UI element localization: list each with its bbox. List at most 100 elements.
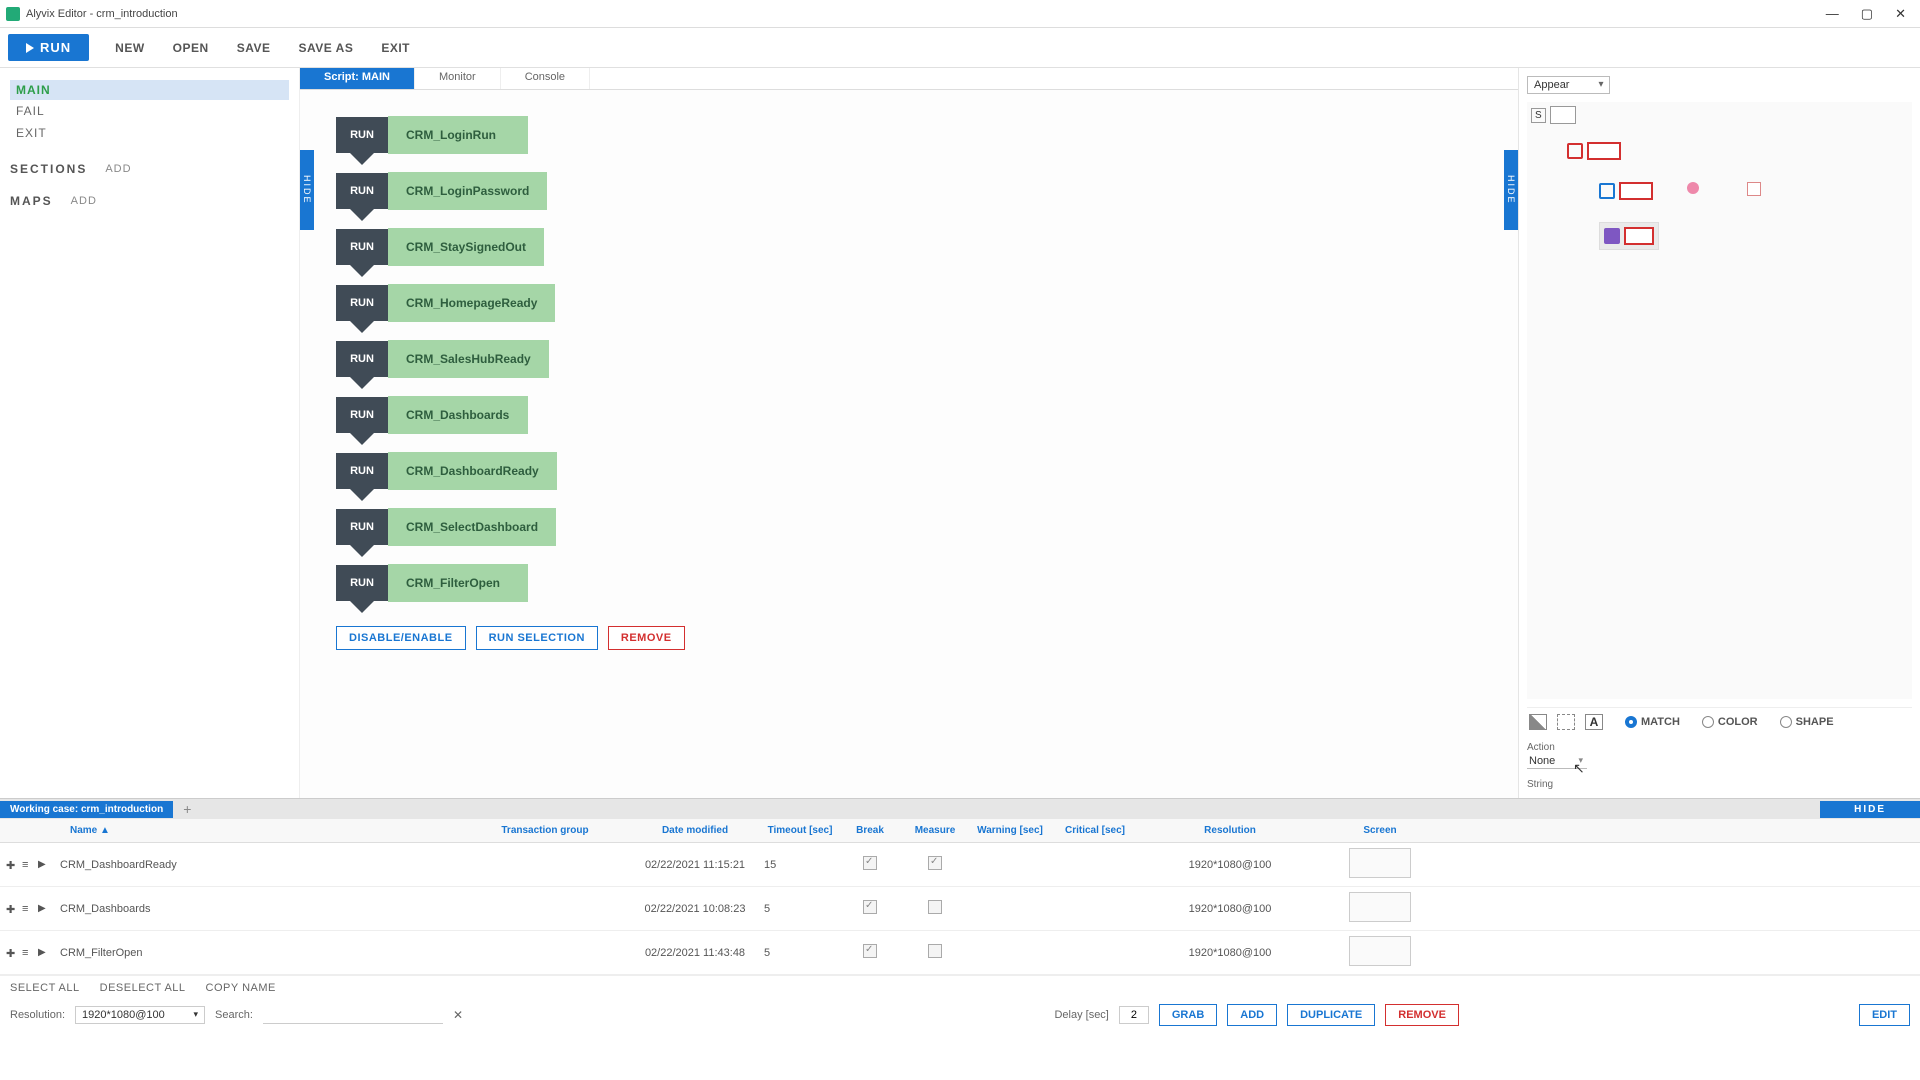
col-timeout[interactable]: Timeout [sec]	[760, 819, 840, 842]
hide-right-handle[interactable]: HIDE	[1504, 150, 1518, 230]
step-block[interactable]: RUNCRM_Dashboards	[336, 396, 1482, 434]
resolution-select[interactable]: 1920*1080@100	[75, 1006, 205, 1024]
col-critical[interactable]: Critical [sec]	[1050, 819, 1140, 842]
clear-search-icon[interactable]: ✕	[453, 1008, 463, 1022]
table-row[interactable]: ✚≡▶CRM_DashboardReady02/22/2021 11:15:21…	[0, 843, 1920, 887]
node-2-box[interactable]	[1619, 182, 1653, 200]
col-resolution[interactable]: Resolution	[1140, 819, 1320, 842]
run-selection-button[interactable]: RUN SELECTION	[476, 626, 598, 650]
step-block[interactable]: RUNCRM_FilterOpen	[336, 564, 1482, 602]
string-label: String	[1527, 779, 1912, 790]
open-button[interactable]: OPEN	[173, 41, 209, 55]
image-type-icon[interactable]	[1529, 714, 1547, 730]
minimize-icon[interactable]: —	[1826, 6, 1839, 21]
component-tree[interactable]: S	[1527, 102, 1912, 699]
step-block[interactable]: RUNCRM_LoginRun	[336, 116, 1482, 154]
table-row[interactable]: ✚≡▶CRM_FilterOpen02/22/2021 11:43:485192…	[0, 931, 1920, 975]
duplicate-button[interactable]: DUPLICATE	[1287, 1004, 1375, 1026]
maps-add[interactable]: ADD	[71, 195, 97, 207]
col-warning[interactable]: Warning [sec]	[970, 819, 1050, 842]
col-screen[interactable]: Screen	[1320, 819, 1440, 842]
tab-console[interactable]: Console	[501, 68, 590, 89]
hide-bottom-button[interactable]: HIDE	[1820, 801, 1920, 818]
node-4-icon[interactable]	[1604, 228, 1620, 244]
expand-icon[interactable]: ✚	[6, 859, 18, 871]
step-block[interactable]: RUNCRM_HomepageReady	[336, 284, 1482, 322]
col-transaction-group[interactable]: Transaction group	[460, 819, 630, 842]
close-icon[interactable]: ✕	[1895, 6, 1906, 22]
step-run-label: RUN	[336, 453, 388, 489]
remove-step-button[interactable]: REMOVE	[608, 626, 685, 650]
right-panel: Appear S	[1518, 68, 1920, 798]
color-radio[interactable]	[1702, 716, 1714, 728]
step-block[interactable]: RUNCRM_SalesHubReady	[336, 340, 1482, 378]
step-block[interactable]: RUNCRM_SelectDashboard	[336, 508, 1482, 546]
remove-button[interactable]: REMOVE	[1385, 1004, 1459, 1026]
disable-enable-button[interactable]: DISABLE/ENABLE	[336, 626, 466, 650]
node-3-box[interactable]	[1747, 182, 1761, 196]
grab-button[interactable]: GRAB	[1159, 1004, 1217, 1026]
row-warning	[970, 903, 1050, 915]
add-button[interactable]: ADD	[1227, 1004, 1277, 1026]
col-measure[interactable]: Measure	[900, 819, 970, 842]
play-row-icon[interactable]: ▶	[38, 903, 46, 915]
text-type-icon[interactable]: A	[1585, 714, 1603, 730]
tab-monitor[interactable]: Monitor	[415, 68, 501, 89]
deselect-all-button[interactable]: DESELECT ALL	[100, 982, 186, 994]
shape-radio[interactable]	[1780, 716, 1792, 728]
root-node-label[interactable]: S	[1531, 108, 1546, 123]
table-row[interactable]: ✚≡▶CRM_Dashboards02/22/2021 10:08:235192…	[0, 887, 1920, 931]
list-icon[interactable]: ≡	[22, 903, 34, 915]
row-break[interactable]	[840, 850, 900, 879]
col-break[interactable]: Break	[840, 819, 900, 842]
node-1-icon[interactable]	[1567, 143, 1583, 159]
save-button[interactable]: SAVE	[237, 41, 271, 55]
step-name-label: CRM_StaySignedOut	[388, 228, 544, 266]
row-measure[interactable]	[900, 894, 970, 923]
row-measure[interactable]	[900, 850, 970, 879]
run-button[interactable]: RUN	[8, 34, 89, 61]
step-block[interactable]: RUNCRM_DashboardReady	[336, 452, 1482, 490]
copy-name-button[interactable]: COPY NAME	[206, 982, 276, 994]
step-run-label: RUN	[336, 117, 388, 153]
appear-select[interactable]: Appear	[1527, 76, 1610, 94]
node-4-box[interactable]	[1624, 227, 1654, 245]
save-as-button[interactable]: SAVE AS	[298, 41, 353, 55]
row-break[interactable]	[840, 894, 900, 923]
expand-icon[interactable]: ✚	[6, 903, 18, 915]
step-name-label: CRM_FilterOpen	[388, 564, 528, 602]
rect-type-icon[interactable]	[1557, 714, 1575, 730]
hide-left-handle[interactable]: HIDE	[300, 150, 314, 230]
add-case-tab[interactable]: +	[173, 801, 201, 817]
col-name[interactable]: Name ▲	[0, 819, 460, 842]
delay-input[interactable]	[1119, 1006, 1149, 1024]
row-break[interactable]	[840, 938, 900, 967]
node-dot-icon[interactable]	[1687, 182, 1699, 194]
play-row-icon[interactable]: ▶	[38, 947, 46, 959]
row-measure[interactable]	[900, 938, 970, 967]
match-radio[interactable]	[1625, 716, 1637, 728]
tab-script[interactable]: Script: MAIN	[300, 68, 415, 89]
step-name-label: CRM_SalesHubReady	[388, 340, 549, 378]
maximize-icon[interactable]: ▢	[1861, 6, 1873, 22]
sections-add[interactable]: ADD	[105, 163, 131, 175]
list-icon[interactable]: ≡	[22, 947, 34, 959]
new-button[interactable]: NEW	[115, 41, 145, 55]
select-all-button[interactable]: SELECT ALL	[10, 982, 80, 994]
col-date-modified[interactable]: Date modified	[630, 819, 760, 842]
row-timeout: 15	[760, 853, 840, 877]
step-block[interactable]: RUNCRM_LoginPassword	[336, 172, 1482, 210]
node-1-box[interactable]	[1587, 142, 1621, 160]
list-icon[interactable]: ≡	[22, 859, 34, 871]
play-row-icon[interactable]: ▶	[38, 859, 46, 871]
node-2-icon[interactable]	[1599, 183, 1615, 199]
section-exit[interactable]: EXIT	[10, 122, 289, 144]
search-input[interactable]	[263, 1007, 443, 1024]
section-main[interactable]: MAIN	[10, 80, 289, 100]
edit-button[interactable]: EDIT	[1859, 1004, 1910, 1026]
working-case-tab[interactable]: Working case: crm_introduction	[0, 801, 173, 818]
step-block[interactable]: RUNCRM_StaySignedOut	[336, 228, 1482, 266]
expand-icon[interactable]: ✚	[6, 947, 18, 959]
exit-button[interactable]: EXIT	[381, 41, 410, 55]
section-fail[interactable]: FAIL	[10, 100, 289, 122]
